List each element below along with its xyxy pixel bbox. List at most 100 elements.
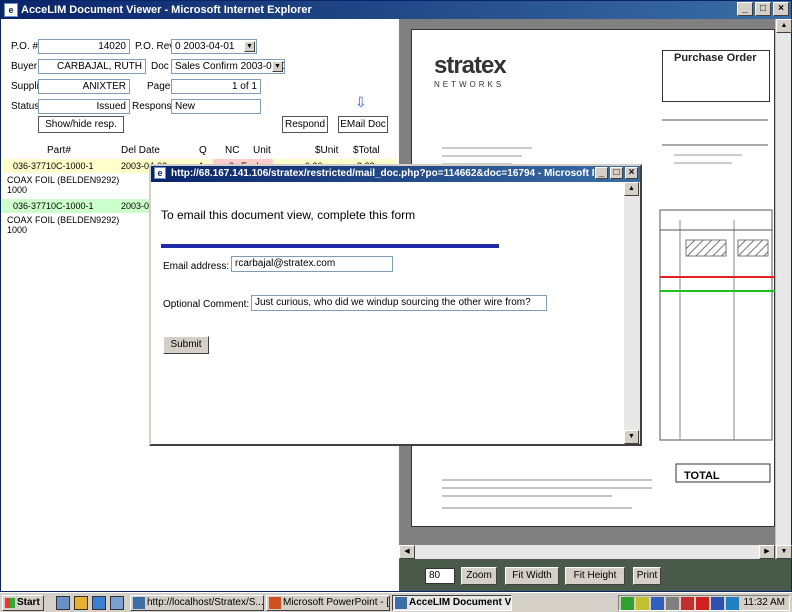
tray-app-icon[interactable] (726, 597, 739, 610)
po-rev-select[interactable]: 0 2003-04-01 ▼ (171, 39, 257, 54)
status-field[interactable]: Issued (38, 99, 130, 114)
zoom-input[interactable]: 80 (425, 568, 455, 584)
minimize-button[interactable]: _ (595, 167, 608, 179)
email-popup-window: e http://68.167.141.106/stratex/restrict… (149, 164, 642, 446)
show-hide-response-button[interactable]: Show/hide resp. (38, 116, 124, 133)
page-field[interactable]: 1 of 1 (171, 79, 261, 94)
powerpoint-icon (269, 597, 281, 609)
ie-icon (395, 597, 407, 609)
col-header-unit: Unit (253, 145, 271, 156)
taskbar: Start http://localhost/Stratex/S... Micr… (0, 592, 792, 612)
maximize-button[interactable]: □ (755, 2, 771, 16)
comment-label: Optional Comment: (163, 299, 250, 310)
speaker-icon[interactable] (636, 597, 649, 610)
supplier-field[interactable]: ANIXTER (38, 79, 130, 94)
popup-titlebar[interactable]: e http://68.167.141.106/stratex/restrict… (151, 166, 640, 182)
tray-app-icon[interactable] (651, 597, 664, 610)
task-label: Microsoft PowerPoint - [F... (283, 597, 390, 608)
col-header-total: $Total (353, 145, 380, 156)
tray-app-icon[interactable] (696, 597, 709, 610)
main-titlebar[interactable]: e AcceLIM Document Viewer - Microsoft In… (1, 1, 791, 19)
task-label: AcceLIM Document Vi... (409, 597, 512, 608)
zoom-button[interactable]: Zoom (461, 567, 497, 585)
popup-body: To email this document view, complete th… (151, 182, 624, 444)
submit-button[interactable]: Submit (163, 336, 209, 354)
email-doc-button[interactable]: EMail Doc (338, 116, 388, 133)
green-highlight-line (660, 290, 776, 292)
po-rev-label: P.O. Rev (135, 41, 175, 52)
row-desc: COAX FOIL (BELDEN9292) (7, 175, 120, 185)
viewer-toolbar: 80 Zoom Fit Width Fit Height Print (399, 559, 791, 591)
close-button[interactable]: × (625, 167, 638, 179)
close-button[interactable]: × (773, 2, 789, 16)
email-input[interactable]: rcarbajal@stratex.com (231, 256, 393, 272)
col-header-q: Q (199, 145, 207, 156)
window-title: AcceLIM Document Viewer - Microsoft Inte… (21, 4, 312, 16)
doc-select[interactable]: Sales Confirm 2003-04-01 11: ▼ (171, 59, 285, 74)
row-part: 036-37710C-1000-1 (13, 161, 94, 171)
row-qty: 1000 (7, 225, 28, 235)
respond-button[interactable]: Respond (282, 116, 328, 133)
scroll-right-icon[interactable]: ▶ (759, 545, 775, 559)
scroll-down-icon[interactable]: ▼ (776, 545, 792, 559)
ie-icon: e (4, 3, 18, 17)
tray-app-icon[interactable] (711, 597, 724, 610)
scroll-up-icon[interactable]: ▲ (776, 19, 792, 33)
response-field[interactable]: New (171, 99, 261, 114)
row-qty: 1000 (7, 185, 28, 195)
po-rev-value: 0 2003-04-01 (175, 41, 235, 52)
ie-icon: e (154, 167, 166, 179)
explorer-icon[interactable] (110, 596, 124, 610)
task-powerpoint[interactable]: Microsoft PowerPoint - [F... (266, 595, 390, 611)
network-icon[interactable] (621, 597, 634, 610)
outlook-icon[interactable] (74, 596, 88, 610)
comment-input[interactable]: Just curious, who did we windup sourcing… (251, 295, 547, 311)
ie-icon (133, 597, 145, 609)
po-label: P.O. #: (11, 41, 41, 52)
col-header-part: Part# (47, 145, 71, 156)
tray-app-icon[interactable] (666, 597, 679, 610)
doc-value: Sales Confirm 2003-04-01 11: (175, 61, 284, 72)
popup-heading: To email this document view, complete th… (161, 208, 416, 222)
start-label: Start (17, 597, 40, 608)
email-label: Email address: (163, 261, 230, 272)
scroll-up-icon[interactable]: ▲ (624, 182, 639, 196)
red-highlight-line (660, 276, 776, 278)
clock: 11:32 AM (743, 597, 785, 608)
chevron-down-icon[interactable]: ▼ (244, 41, 255, 52)
doc-label: Doc (151, 61, 169, 72)
fit-width-button[interactable]: Fit Width (505, 567, 559, 585)
buyer-field[interactable]: CARBAJAL, RUTH (38, 59, 146, 74)
task-label: http://localhost/Stratex/S... (147, 597, 264, 608)
fit-height-button[interactable]: Fit Height (565, 567, 625, 585)
page-label: Page (147, 81, 171, 92)
heading-divider (161, 244, 499, 248)
show-desktop-icon[interactable] (56, 596, 70, 610)
po-number-field[interactable]: 14020 (38, 39, 130, 54)
vertical-scrollbar[interactable]: ▲ ▼ (775, 19, 792, 559)
scroll-down-icon[interactable]: ▼ (624, 430, 639, 444)
row-desc: COAX FOIL (BELDEN9292) (7, 215, 120, 225)
print-button[interactable]: Print (633, 567, 661, 585)
buyer-label: Buyer: (11, 61, 40, 72)
col-header-del-date: Del Date (121, 145, 160, 156)
chevron-down-icon[interactable]: ▼ (272, 61, 283, 72)
task-accelim-viewer[interactable]: AcceLIM Document Vi... (392, 595, 512, 611)
row-part: 036-37710C-1000-1 (13, 201, 94, 211)
task-ie-localhost[interactable]: http://localhost/Stratex/S... (130, 595, 264, 611)
popup-scrollbar[interactable]: ▲ ▼ (624, 182, 640, 444)
col-header-unit-price: $Unit (315, 145, 339, 156)
popup-title: http://68.167.141.106/stratex/restricted… (171, 168, 601, 179)
scroll-left-icon[interactable]: ◀ (399, 545, 415, 559)
arrow-down-icon: ⇩ (355, 94, 367, 110)
start-button[interactable]: Start (2, 595, 44, 611)
horizontal-scrollbar[interactable]: ◀ ▶ (399, 545, 775, 559)
minimize-button[interactable]: _ (737, 2, 753, 16)
system-tray: 11:32 AM (618, 595, 790, 611)
mcafee-icon[interactable] (681, 597, 694, 610)
windows-logo-icon (5, 598, 15, 608)
maximize-button[interactable]: □ (610, 167, 623, 179)
col-header-nc: NC (225, 145, 240, 156)
ie-quicklaunch-icon[interactable] (92, 596, 106, 610)
doc-total-label: TOTAL (684, 470, 720, 482)
